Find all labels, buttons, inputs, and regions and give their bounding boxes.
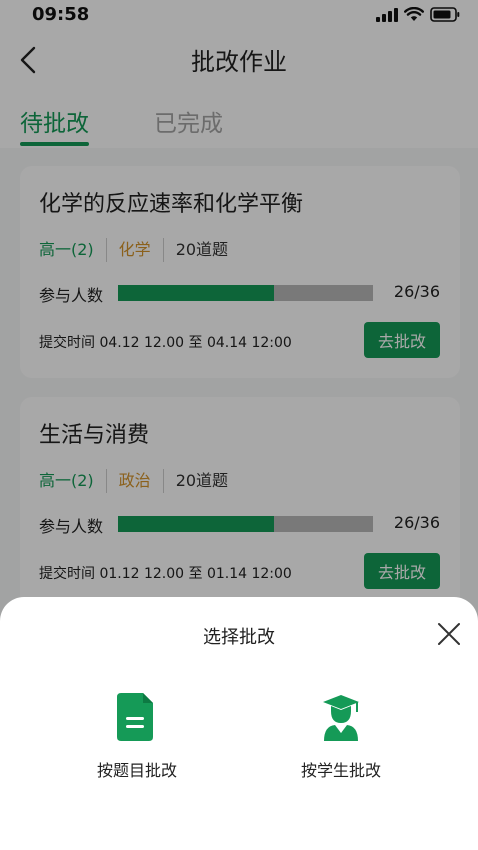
grade-by-question-label: 按题目批改 [96,761,177,780]
grade-by-question-option[interactable]: 按题目批改 [62,693,212,793]
grade-by-student-option[interactable]: 按学生批改 [266,693,416,793]
sheet-title: 选择批改 [203,627,275,648]
document-icon [117,693,153,741]
grading-mode-sheet: 选择批改 按题目批改 按学生批改 [0,597,478,850]
graduate-icon [323,695,359,741]
close-icon[interactable] [436,621,462,647]
grade-by-student-label: 按学生批改 [300,761,381,780]
